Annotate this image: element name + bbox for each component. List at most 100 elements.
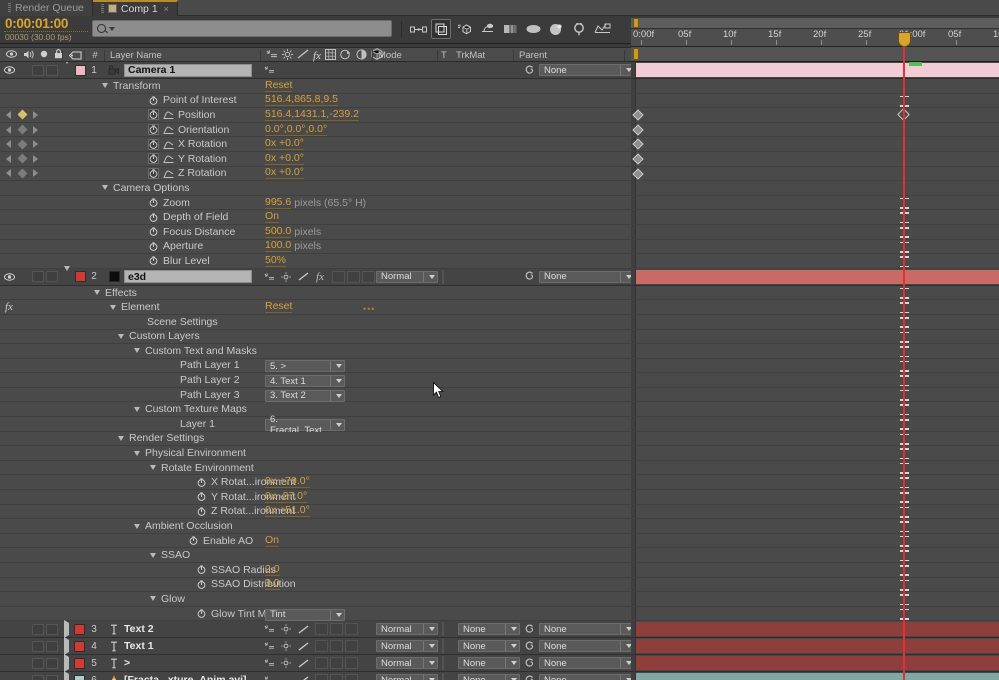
quality-switch[interactable]: [296, 657, 310, 669]
layer-name-header[interactable]: Layer Name: [110, 48, 162, 63]
playhead-line[interactable]: [903, 34, 905, 680]
layer-switch-box[interactable]: [345, 640, 358, 653]
preserve-transparency-toggle[interactable]: [442, 656, 444, 671]
effects-fx-icon[interactable]: fx: [313, 50, 321, 62]
layer-row[interactable]: 4 Text 1 Normal None None: [0, 637, 631, 656]
chevron-down-icon[interactable]: [109, 26, 115, 31]
track-matte-dropdown[interactable]: None: [458, 657, 520, 670]
parent-pickwhip-icon[interactable]: [524, 658, 535, 669]
stopwatch-icon[interactable]: [148, 226, 159, 237]
next-keyframe-icon[interactable]: [33, 140, 38, 149]
layer-name[interactable]: Camera 1: [124, 63, 252, 77]
twirl-open-icon[interactable]: [134, 523, 140, 529]
parent-pickwhip-icon[interactable]: [524, 675, 535, 680]
timeline-row[interactable]: [631, 239, 999, 255]
timeline-row[interactable]: [631, 431, 999, 447]
shy-switch[interactable]: [262, 674, 276, 680]
parent-pickwhip-icon[interactable]: [524, 65, 535, 76]
timeline-row[interactable]: [631, 592, 999, 607]
stopwatch-icon[interactable]: [148, 255, 159, 266]
layer-switch-box[interactable]: [330, 657, 343, 670]
audio-icon[interactable]: [23, 50, 34, 62]
property-value[interactable]: 2.0: [265, 563, 280, 576]
layer-switch-box[interactable]: [315, 657, 328, 670]
timeline-row[interactable]: [631, 108, 999, 123]
twirl-open-icon[interactable]: [64, 265, 70, 283]
timeline-row[interactable]: [631, 417, 999, 432]
work-area-bar[interactable]: [631, 47, 999, 62]
twirl-open-icon[interactable]: [94, 290, 100, 296]
property-row[interactable]: Aperture 100.0 pixels: [0, 239, 631, 255]
timeline-row[interactable]: [631, 475, 999, 491]
property-group-row[interactable]: Custom Text and Masks: [0, 344, 631, 359]
layer-row[interactable]: 6 [Fracta...xture_Anim.avi] Normal None None: [0, 671, 631, 680]
timeline-row[interactable]: [631, 638, 999, 656]
shy-switch[interactable]: [262, 657, 276, 669]
stopwatch-icon[interactable]: [148, 95, 159, 106]
eye-icon[interactable]: [6, 50, 17, 61]
property-dropdown[interactable]: 6. Fractal_Text: [265, 414, 345, 436]
stopwatch-icon[interactable]: [196, 608, 207, 619]
frame-blending-icon[interactable]: [324, 48, 336, 63]
property-dropdown[interactable]: Tint: [265, 608, 345, 621]
timeline-row[interactable]: [631, 329, 999, 345]
stopwatch-icon[interactable]: [148, 109, 159, 121]
layer-outline-list[interactable]: 1 Camera 1 None Transform Reset Point of Inte…: [0, 62, 631, 680]
solo-toggle[interactable]: [32, 623, 44, 635]
layer-switch-box[interactable]: [315, 674, 328, 680]
timeline-row[interactable]: [631, 79, 999, 94]
property-row[interactable]: Blur Level 50%: [0, 254, 631, 269]
layer-label-color[interactable]: [74, 674, 85, 680]
stopwatch-icon[interactable]: [148, 138, 159, 150]
next-keyframe-icon[interactable]: [33, 110, 38, 119]
stopwatch-icon[interactable]: [148, 241, 159, 252]
timeline-row[interactable]: [631, 606, 999, 622]
twirl-open-icon[interactable]: [118, 333, 124, 339]
stopwatch-icon[interactable]: [188, 535, 199, 546]
brainstorm-icon[interactable]: [523, 19, 543, 39]
value-graph-icon[interactable]: [163, 169, 174, 178]
hide-shy-layers-icon[interactable]: [454, 19, 474, 39]
timeline-row[interactable]: [631, 344, 999, 359]
property-group-row[interactable]: Camera Options: [0, 181, 631, 196]
timeline-row[interactable]: [631, 210, 999, 225]
trkmat-header[interactable]: TrkMat: [456, 48, 485, 63]
property-value[interactable]: 0x +0.0°: [265, 167, 304, 180]
keyframe-toggle-icon[interactable]: [17, 153, 27, 164]
track-matte-dropdown[interactable]: None: [458, 640, 520, 653]
property-value[interactable]: 0x +79.0°: [265, 476, 310, 489]
layer-switch-box[interactable]: [362, 270, 375, 283]
next-keyframe-icon[interactable]: [33, 125, 38, 134]
timeline-row[interactable]: [631, 151, 999, 167]
close-icon[interactable]: ×: [164, 4, 169, 14]
prev-keyframe-icon[interactable]: [6, 154, 11, 163]
property-value[interactable]: 516.4,865.8,9.5: [265, 94, 338, 107]
preserve-transparency-toggle[interactable]: [442, 673, 444, 680]
quality-icon[interactable]: [297, 49, 309, 62]
layer-duration-bar[interactable]: [636, 656, 999, 671]
parent-dropdown[interactable]: None: [539, 270, 631, 283]
property-dropdown-row[interactable]: Layer 1 6. Fractal_Text: [0, 414, 631, 436]
timeline-row[interactable]: [631, 504, 999, 520]
property-value[interactable]: 0x +0.0°: [265, 152, 304, 165]
eye-icon[interactable]: [3, 675, 16, 680]
property-value[interactable]: 995.6: [265, 196, 292, 209]
timeline-track-rows[interactable]: [631, 62, 999, 680]
work-area-start-handle[interactable]: [633, 18, 639, 28]
blend-mode-dropdown[interactable]: Normal: [376, 657, 438, 670]
timeline-row[interactable]: [631, 137, 999, 152]
shy-icon[interactable]: [266, 49, 278, 62]
keyframe-navigator[interactable]: [2, 167, 42, 181]
timeline-row[interactable]: [631, 563, 999, 578]
property-row[interactable]: X Rotation 0x +0.0°: [0, 137, 631, 152]
collapse-switch[interactable]: [279, 640, 293, 652]
stopwatch-icon[interactable]: [148, 197, 159, 208]
property-dropdown-row[interactable]: Path Layer 2 4. Text 1: [0, 373, 631, 388]
property-dropdown[interactable]: 3. Text 2: [265, 389, 345, 402]
stopwatch-icon[interactable]: [148, 167, 159, 179]
layer-label-color[interactable]: [74, 657, 85, 669]
layer-row[interactable]: 1 Camera 1 None: [0, 62, 631, 79]
prev-keyframe-icon[interactable]: [6, 140, 11, 149]
twirl-closed-icon[interactable]: [64, 654, 69, 673]
layer-name[interactable]: Text 2: [124, 623, 154, 635]
